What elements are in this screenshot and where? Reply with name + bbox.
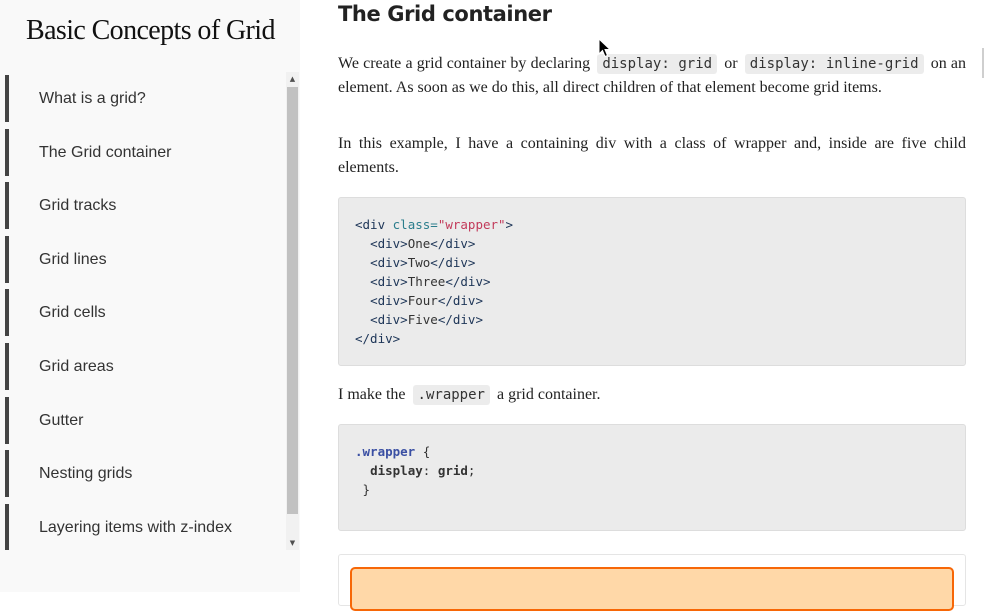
example-paragraph: In this example, I have a containing div… [338, 135, 966, 176]
nav-indicator [5, 128, 9, 176]
sidebar-item-label: Grid lines [39, 250, 107, 268]
grid-demo-container [338, 554, 966, 611]
code-punct: { [422, 444, 431, 459]
code-value: grid [437, 463, 468, 478]
sidebar-item-grid-container[interactable]: The Grid container [5, 126, 286, 180]
nav-indicator [5, 450, 9, 498]
code-punct: ; [467, 463, 476, 478]
nav-indicator [5, 75, 9, 122]
sidebar-item-label: Nesting grids [39, 465, 133, 483]
scroll-down-icon[interactable]: ▼ [286, 538, 299, 548]
code-tag: <div> [370, 274, 408, 289]
code-tag: <div [355, 217, 386, 232]
code-tag: </div> [437, 293, 483, 308]
code-tag: </div> [430, 236, 476, 251]
sidebar-item-grid-tracks[interactable]: Grid tracks [5, 179, 286, 233]
code-tag: </div> [355, 331, 401, 346]
sidebar-item-label: Grid cells [39, 304, 106, 322]
nav-list: What is a grid? The Grid container Grid … [5, 72, 286, 550]
paragraph-text: We create a grid container by declaring [338, 55, 591, 72]
nav-indicator [5, 396, 9, 444]
code-tag: <div> [370, 255, 408, 270]
code-text: Five [407, 312, 438, 327]
code-eq: = [430, 217, 438, 232]
scrollbar-thumb[interactable] [287, 87, 298, 514]
code-property: display [370, 463, 423, 478]
paragraph-text: I make the [338, 386, 406, 403]
css-code-block: .wrapper { display: grid; } [338, 424, 966, 531]
sidebar-scrollbar[interactable]: ▲ ▼ [286, 72, 299, 550]
sidebar-item-label: Grid tracks [39, 197, 117, 215]
code-tag: <div> [370, 236, 408, 251]
code-string: "wrapper" [437, 217, 506, 232]
html-code-block: <div class="wrapper"> <div>One</div> <di… [338, 197, 966, 366]
sidebar-item-grid-areas[interactable]: Grid areas [5, 340, 286, 394]
sidebar-item-label: Grid areas [39, 357, 114, 375]
sidebar-title: Basic Concepts of Grid [26, 15, 275, 46]
sidebar-item-what-is-a-grid[interactable]: What is a grid? [5, 72, 286, 126]
nav-indicator [5, 289, 9, 337]
inline-code: display: inline-grid [744, 54, 924, 74]
code-tag: </div> [445, 274, 491, 289]
sidebar-item-grid-lines[interactable]: Grid lines [5, 233, 286, 287]
code-text: Three [407, 274, 446, 289]
sidebar-item-label: What is a grid? [39, 90, 146, 107]
grid-demo-item [350, 567, 954, 611]
sidebar-item-gutter[interactable]: Gutter [5, 394, 286, 448]
code-text: Two [407, 255, 431, 270]
sidebar-item-nesting-grids[interactable]: Nesting grids [5, 447, 286, 501]
mouse-cursor-icon [598, 38, 611, 58]
sidebar-item-label: Gutter [39, 411, 84, 429]
code-tag: </div> [430, 255, 476, 270]
sidebar-item-layering-z-index[interactable]: Layering items with z-index [5, 501, 286, 550]
code-tag: </div> [437, 312, 483, 327]
code-punct: } [362, 482, 371, 497]
paragraph-text: a grid container. [496, 386, 601, 403]
code-selector: .wrapper [355, 444, 416, 459]
sidebar: Basic Concepts of Grid What is a grid? T… [0, 0, 300, 592]
scroll-up-icon[interactable]: ▲ [286, 74, 299, 84]
code-tag: > [505, 217, 514, 232]
sidebar-nav: What is a grid? The Grid container Grid … [5, 72, 286, 550]
inline-code: display: grid [597, 54, 718, 74]
nav-indicator [5, 235, 9, 283]
sidebar-item-label: Layering items with z-index [39, 518, 232, 536]
intro-paragraph: We create a grid container by declaring … [338, 52, 966, 100]
code-text: One [407, 236, 431, 251]
paragraph-text: or [724, 55, 738, 72]
sidebar-item-grid-cells[interactable]: Grid cells [5, 286, 286, 340]
inline-code: .wrapper [412, 385, 490, 405]
code-tag: <div> [370, 312, 408, 327]
nav-indicator [5, 342, 9, 390]
code-punct: : [422, 463, 431, 478]
code-attr: class [392, 217, 431, 232]
section-heading: The Grid container [338, 2, 552, 26]
nav-indicator [5, 182, 9, 230]
nav-indicator [5, 503, 9, 550]
code-tag: <div> [370, 293, 408, 308]
code-text: Four [407, 293, 438, 308]
sidebar-item-label: The Grid container [39, 143, 172, 161]
wrapper-paragraph: I make the .wrapper a grid container. [338, 383, 966, 407]
